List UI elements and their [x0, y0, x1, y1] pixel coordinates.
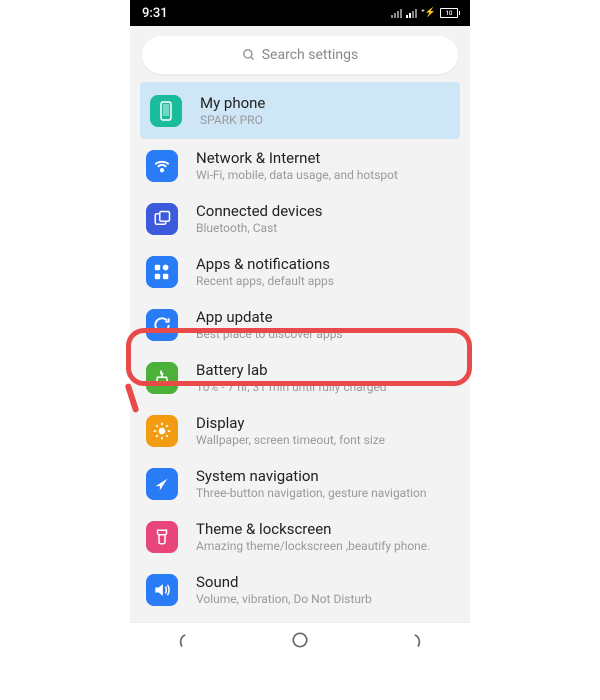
item-subtitle: Wallpaper, screen timeout, font size	[196, 433, 454, 447]
theme-icon	[146, 521, 178, 553]
battery-icon: 10	[440, 8, 458, 18]
sound-icon	[146, 574, 178, 606]
item-subtitle: Recent apps, default apps	[196, 274, 454, 288]
item-subtitle: Bluetooth, Cast	[196, 221, 454, 235]
wifi-icon	[146, 150, 178, 182]
item-subtitle: Three-button navigation, gesture navigat…	[196, 486, 454, 500]
item-subtitle: 10% - 7 hr, 31 min until fully charged	[196, 380, 454, 394]
item-title: System navigation	[196, 467, 454, 485]
charge-icon: ⁺⚡	[421, 8, 436, 18]
settings-item-update[interactable]: App update Best place to discover apps	[134, 298, 466, 351]
nav-home-button[interactable]	[280, 628, 320, 652]
settings-item-navigation[interactable]: System navigation Three-button navigatio…	[134, 457, 466, 510]
item-subtitle: Best place to discover apps	[196, 327, 454, 341]
item-title: Sound	[196, 573, 454, 591]
item-title: Connected devices	[196, 202, 454, 220]
item-subtitle: Volume, vibration, Do Not Disturb	[196, 592, 454, 606]
settings-item-network[interactable]: Network & Internet Wi-Fi, mobile, data u…	[134, 139, 466, 192]
settings-item-sound[interactable]: Sound Volume, vibration, Do Not Disturb	[134, 563, 466, 616]
settings-item-theme[interactable]: Theme & lockscreen Amazing theme/lockscr…	[134, 510, 466, 563]
phone-screen: 9:31 ⁺⚡ 10 Search settings My phone SPAR…	[130, 0, 470, 656]
settings-list: My phone SPARK PRO Network & Internet Wi…	[130, 82, 470, 622]
item-title: App update	[196, 308, 454, 326]
item-title: Apps & notifications	[196, 255, 454, 273]
settings-item-battery[interactable]: Battery lab 10% - 7 hr, 31 min until ful…	[134, 351, 466, 404]
item-title: Theme & lockscreen	[196, 520, 454, 538]
settings-item-display[interactable]: Display Wallpaper, screen timeout, font …	[134, 404, 466, 457]
settings-item-apps[interactable]: Apps & notifications Recent apps, defaul…	[134, 245, 466, 298]
signal-icon	[391, 8, 402, 18]
item-subtitle: Amazing theme/lockscreen ,beautify phone…	[196, 539, 454, 553]
settings-item-my-phone[interactable]: My phone SPARK PRO	[140, 82, 460, 139]
phone-icon	[150, 95, 182, 127]
item-title: Network & Internet	[196, 149, 454, 167]
apps-icon	[146, 256, 178, 288]
status-right: ⁺⚡ 10	[391, 8, 458, 18]
settings-item-connected[interactable]: Connected devices Bluetooth, Cast	[134, 192, 466, 245]
search-icon	[242, 48, 256, 62]
status-bar: 9:31 ⁺⚡ 10	[130, 0, 470, 26]
item-title: Display	[196, 414, 454, 432]
signal-icon-2	[406, 8, 417, 18]
item-title: Battery lab	[196, 361, 454, 379]
navigation-bar	[130, 622, 470, 656]
display-icon	[146, 415, 178, 447]
update-icon	[146, 309, 178, 341]
search-input[interactable]: Search settings	[142, 36, 458, 74]
navigation-icon	[146, 468, 178, 500]
item-title: My phone	[200, 94, 450, 112]
item-subtitle: SPARK PRO	[200, 113, 450, 127]
nav-recents-button[interactable]	[167, 628, 207, 652]
connected-icon	[146, 203, 178, 235]
battery-icon	[146, 362, 178, 394]
status-time: 9:31	[142, 6, 168, 21]
item-subtitle: Wi-Fi, mobile, data usage, and hotspot	[196, 168, 454, 182]
search-placeholder: Search settings	[262, 47, 359, 63]
nav-back-button[interactable]	[393, 628, 433, 652]
